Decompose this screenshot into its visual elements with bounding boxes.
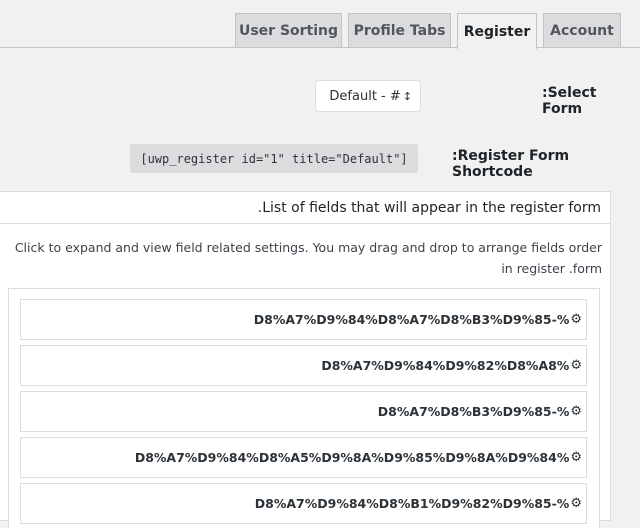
tab-label: Profile Tabs — [353, 22, 446, 39]
tab-label: Register — [463, 23, 531, 40]
tab-account[interactable]: Account — [543, 13, 621, 47]
gear-icon[interactable]: ⚙ — [570, 450, 582, 465]
chevron-updown-icon: ↕ — [402, 89, 412, 103]
tab-register[interactable]: Register — [457, 13, 537, 49]
field-label: D8%A7%D8%B3%D9%85-% — [377, 404, 570, 419]
select-form-label: :Select Form — [542, 85, 597, 117]
field-item[interactable]: D8%A7%D9%84%D8%A5%D9%8A%D9%85%D9%8A%D9%8… — [20, 437, 587, 478]
field-label: D8%A7%D9%84%D8%B1%D9%82%D9%85-% — [254, 496, 570, 511]
tabs-divider — [0, 47, 640, 48]
field-item[interactable]: D8%A7%D9%84%D8%A7%D8%B3%D9%85-% ⚙ — [20, 299, 587, 340]
field-label: D8%A7%D9%84%D8%A5%D9%8A%D9%85%D9%8A%D9%8… — [134, 450, 570, 465]
gear-icon[interactable]: ⚙ — [570, 358, 582, 373]
gear-icon[interactable]: ⚙ — [570, 496, 582, 511]
tab-user-sorting[interactable]: User Sorting — [235, 13, 342, 47]
gear-icon[interactable]: ⚙ — [570, 312, 582, 327]
select-form-value: Default - # — [329, 88, 401, 104]
fields-panel: .List of fields that will appear in the … — [0, 191, 611, 528]
shortcode-value[interactable]: [uwp_register id="1" title="Default"] — [130, 144, 418, 173]
field-label: D8%A7%D9%84%D8%A7%D8%B3%D9%85-% — [253, 312, 570, 327]
shortcode-label: :Register Form Shortcode — [452, 148, 570, 180]
fields-panel-title: .List of fields that will appear in the … — [0, 192, 610, 224]
field-label: D8%A7%D9%84%D9%82%D8%A8% — [321, 358, 570, 373]
fields-list: D8%A7%D9%84%D8%A7%D8%B3%D9%85-% ⚙ D8%A7%D… — [8, 288, 600, 528]
field-item[interactable]: D8%A7%D9%84%D8%B1%D9%82%D9%85-% ⚙ — [20, 483, 587, 524]
fields-panel-description: Click to expand and view field related s… — [14, 240, 602, 276]
field-item[interactable]: D8%A7%D8%B3%D9%85-% ⚙ — [20, 391, 587, 432]
tab-label: Account — [550, 22, 614, 39]
select-form-dropdown[interactable]: Default - # ↕ — [315, 80, 421, 112]
tab-label: User Sorting — [238, 22, 339, 39]
field-item[interactable]: D8%A7%D9%84%D9%82%D8%A8% ⚙ — [20, 345, 587, 386]
tab-profile-tabs[interactable]: Profile Tabs — [348, 13, 451, 47]
gear-icon[interactable]: ⚙ — [570, 404, 582, 419]
